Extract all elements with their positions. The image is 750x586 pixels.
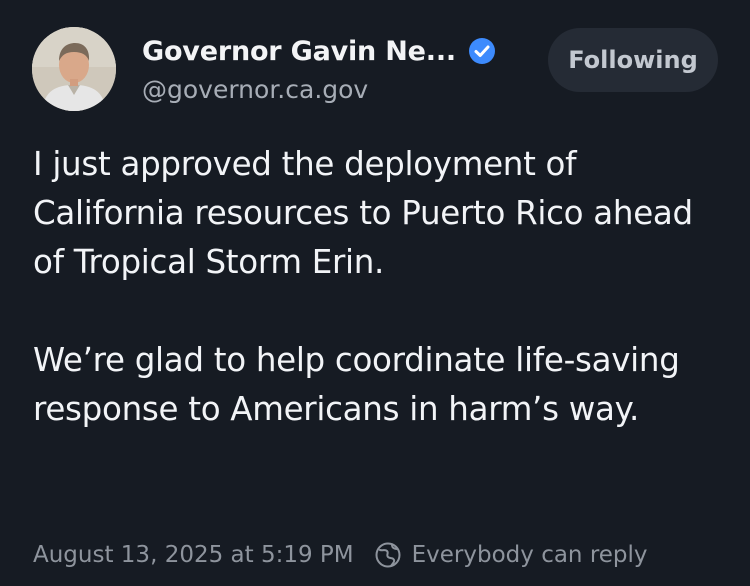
post-paragraph: I just approved the deployment of Califo…	[33, 145, 693, 281]
author-name-row: Governor Gavin Ne...	[142, 32, 496, 70]
verified-check-icon	[468, 37, 496, 65]
post: Governor Gavin Ne... @governor.ca.gov Fo…	[0, 0, 750, 586]
post-body: I just approved the deployment of Califo…	[33, 140, 723, 434]
globe-icon	[374, 541, 402, 569]
reply-setting[interactable]: Everybody can reply	[374, 541, 648, 569]
post-meta: August 13, 2025 at 5:19 PM Everybody can…	[33, 541, 648, 569]
author-handle[interactable]: @governor.ca.gov	[142, 75, 368, 104]
reply-setting-label: Everybody can reply	[411, 542, 648, 568]
post-timestamp[interactable]: August 13, 2025 at 5:19 PM	[33, 542, 354, 568]
following-button[interactable]: Following	[548, 28, 718, 92]
author-display-name[interactable]: Governor Gavin Ne...	[142, 36, 456, 67]
post-paragraph: We’re glad to help coordinate life-savin…	[33, 341, 680, 428]
avatar[interactable]	[32, 27, 116, 111]
